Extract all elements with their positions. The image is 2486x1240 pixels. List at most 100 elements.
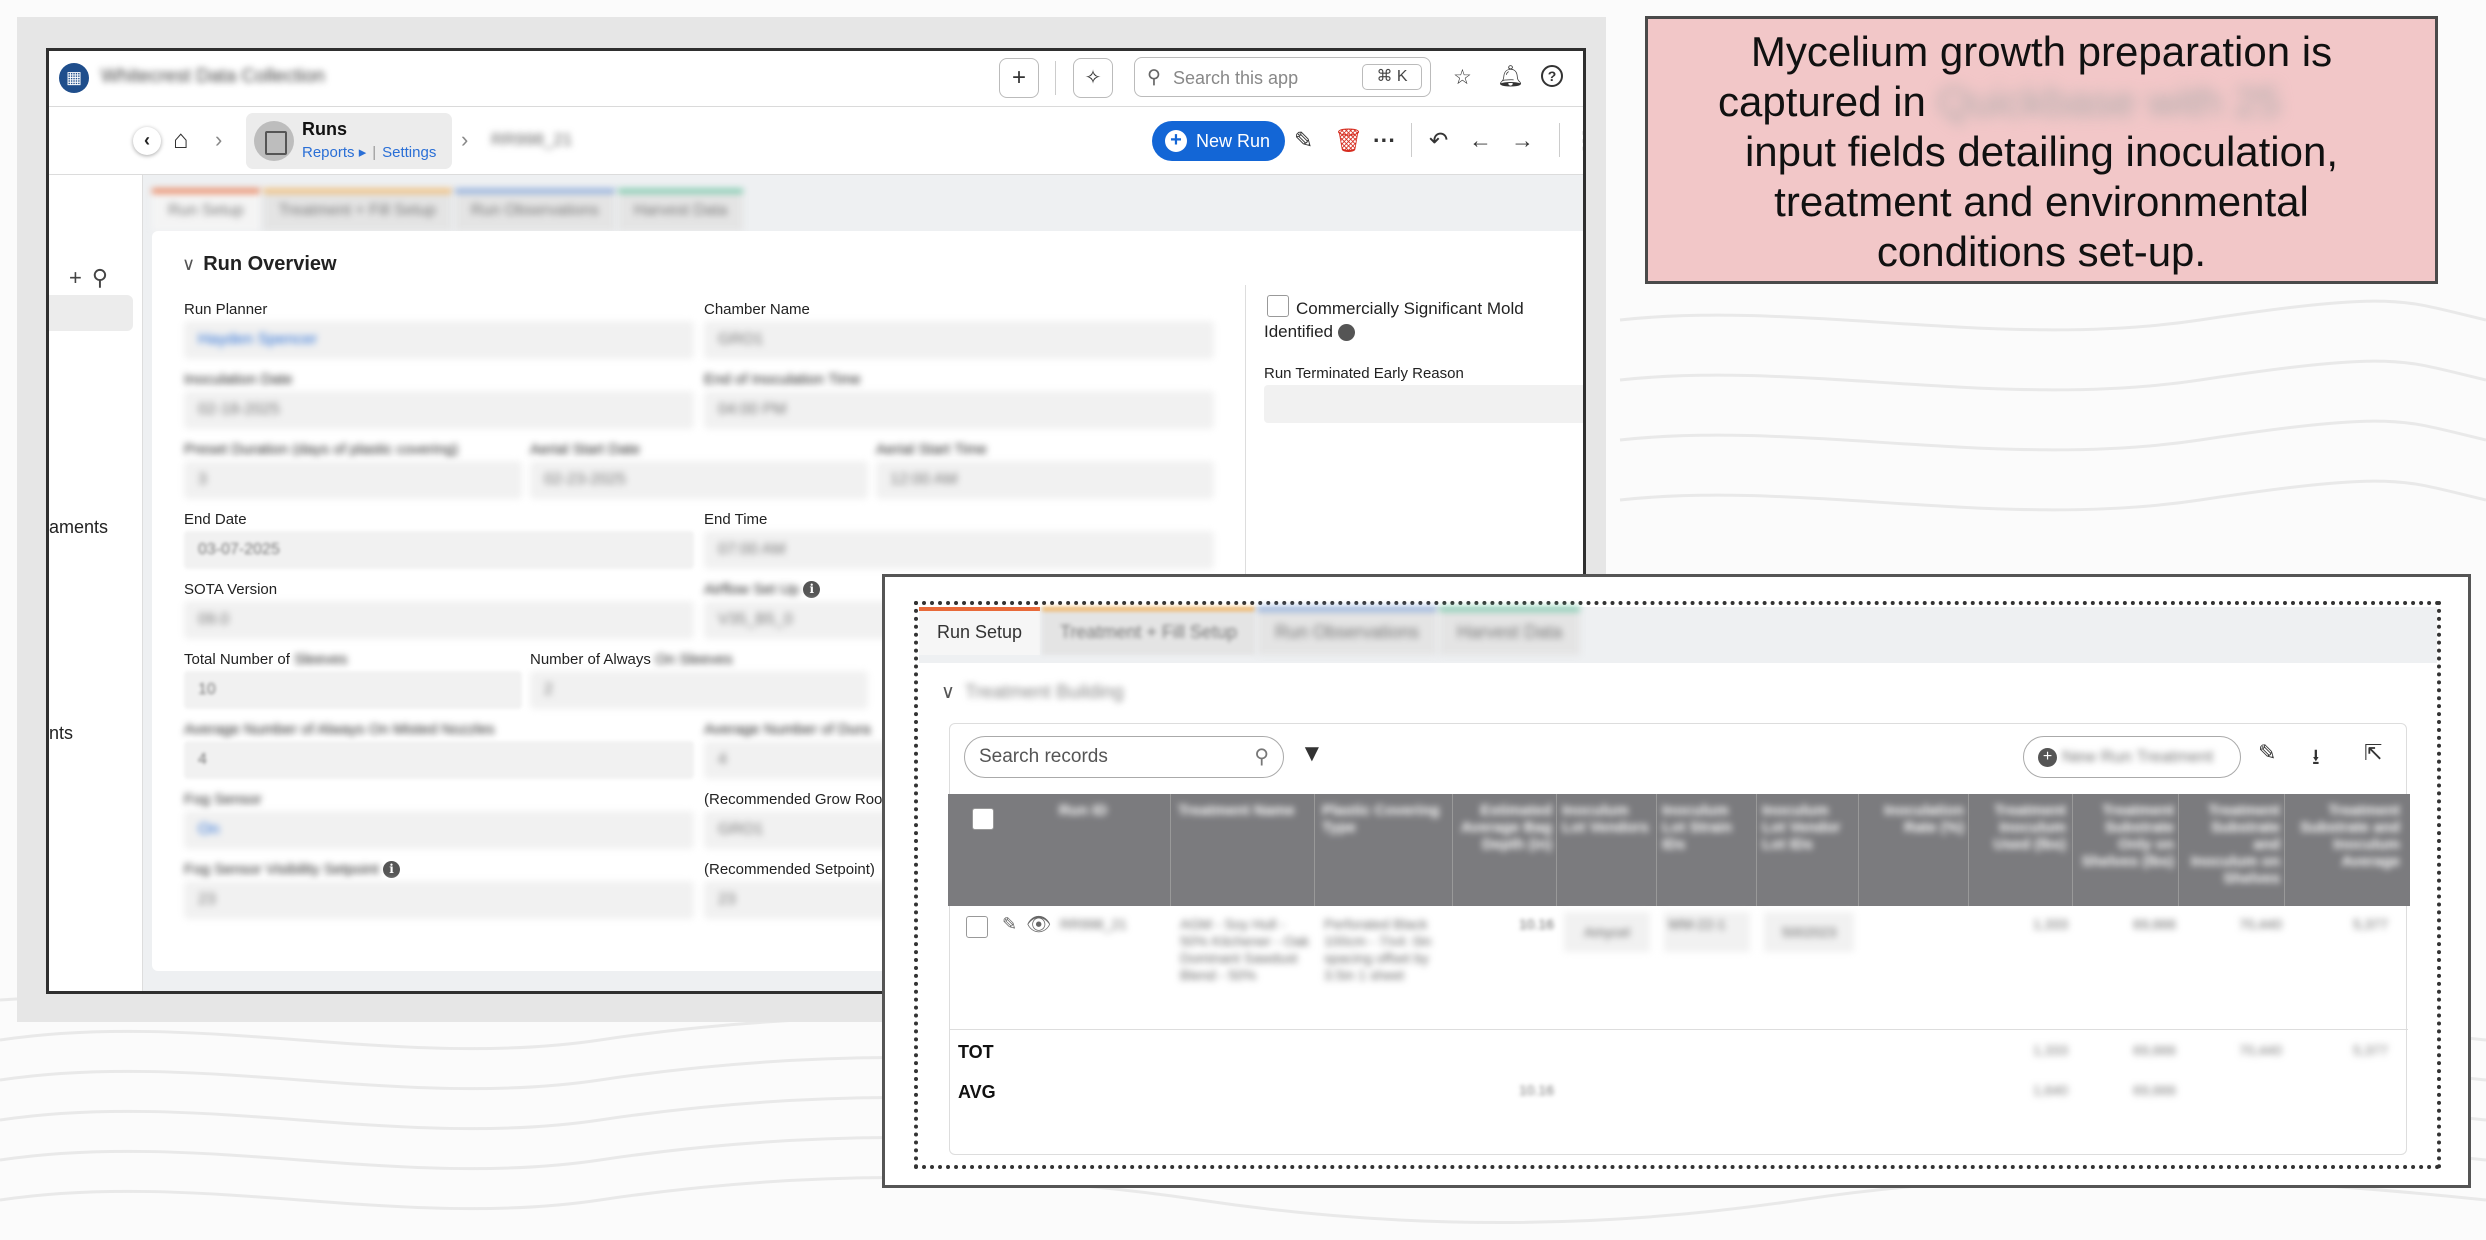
mold-label-text: Commercially Significant Mold Identified	[1264, 299, 1524, 341]
column-header[interactable]: Plastic Covering Type	[1322, 802, 1452, 836]
column-header[interactable]: Run ID	[1048, 802, 1118, 819]
average-row-label: AVG	[958, 1082, 996, 1102]
vendor-cell: Amycel	[1564, 912, 1650, 952]
delete-icon[interactable]: 🗑︎	[1334, 127, 1363, 154]
edit-icon[interactable]: ✎	[1294, 127, 1313, 154]
sidebar-item-selected[interactable]	[49, 295, 133, 331]
kebab-icon[interactable]: ⋮	[1573, 127, 1583, 154]
preset-duration-field[interactable]: 3	[184, 461, 522, 499]
tab-harvest-data[interactable]: Harvest Data	[1439, 607, 1581, 655]
airflow-label: Airflow Set Up i	[704, 581, 821, 598]
tab-run-setup[interactable]: Run Setup	[152, 189, 260, 231]
terminated-early-field[interactable]	[1264, 385, 1583, 423]
chevron-down-icon: ∨	[941, 682, 955, 703]
column-header[interactable]: Treatment Inoculum Used (lbs)	[1974, 802, 2066, 853]
star-icon[interactable]: ☆	[1453, 65, 1472, 90]
reports-link[interactable]: Reports ▸	[302, 144, 366, 161]
table-links: Reports ▸ | Settings	[302, 144, 437, 161]
sparkle-icon[interactable]: ✧	[1073, 58, 1113, 98]
sidebar-item[interactable]: nts	[49, 723, 73, 744]
eye-icon[interactable]: 👁︎	[1026, 912, 1051, 937]
new-run-button[interactable]: + New Run	[1152, 121, 1285, 161]
tab-run-observations[interactable]: Run Observations	[1256, 607, 1438, 655]
fog-sensor-label: Fog Sensor	[184, 791, 262, 808]
fog-setpoint-field[interactable]: 23	[184, 881, 694, 919]
table-breadcrumb[interactable]: Runs Reports ▸ | Settings	[246, 113, 452, 169]
download-icon[interactable]: ⭳	[2312, 740, 2320, 778]
column-header[interactable]: Treatment Substrate and Inoculum on Shel…	[2184, 802, 2280, 887]
inoculation-date-field[interactable]: 02-18-2025	[184, 391, 694, 429]
run-planner-field[interactable]: Hayden Spencer	[184, 321, 694, 359]
edit-icon[interactable]: ✎	[1002, 914, 1017, 935]
column-header[interactable]: Inoculum Lot Strain IDs	[1662, 802, 1752, 853]
open-external-icon[interactable]: ⇱	[2364, 740, 2382, 766]
filter-icon[interactable]: ▼	[1300, 740, 1324, 768]
info-icon[interactable]: i	[1337, 324, 1374, 341]
section-title: Treatment Building	[964, 682, 1124, 703]
sidebar-item[interactable]: aments	[49, 517, 108, 538]
airflow-label-text: Airflow Set Up	[704, 581, 800, 598]
column-header[interactable]: Treatment Substrate Only on Shelves (lbs…	[2078, 802, 2174, 870]
chamber-name-field[interactable]: GRO1	[704, 321, 1214, 359]
total-number-field[interactable]: 10	[184, 671, 522, 709]
search-icon[interactable]: ⚲	[92, 265, 118, 290]
column-header[interactable]: Treatment Name	[1178, 802, 1308, 819]
tab-treatment-fill-setup[interactable]: Treatment + Fill Setup	[1042, 607, 1255, 655]
column-header[interactable]: Treatment Substrate and Inoculum Average	[2290, 802, 2400, 900]
app-title[interactable]: Whitecrest Data Collection	[101, 66, 325, 88]
column-header[interactable]: Inoculum Lot Vendors	[1562, 802, 1652, 836]
section-header[interactable]: ∨ Run Overview	[182, 253, 337, 276]
info-icon[interactable]: i	[383, 861, 400, 878]
chamber-name-label: Chamber Name	[704, 301, 810, 318]
chevron-right-icon: ›	[461, 127, 469, 152]
treatment-table: Search records ⚲ ▼ + New Run Treatment ✎ ⭳…	[948, 723, 2410, 1155]
section-header[interactable]: ∨ Treatment Building	[941, 681, 1124, 704]
collapse-sidebar-button[interactable]: ‹	[133, 127, 161, 155]
undo-icon[interactable]: ↶	[1429, 127, 1448, 154]
column-header[interactable]: Inoculum Lot Vendor Lot IDs	[1762, 802, 1852, 853]
always-on-field[interactable]: 2	[530, 671, 868, 709]
column-divider	[2072, 794, 2073, 906]
tab-run-setup[interactable]: Run Setup	[919, 607, 1041, 655]
aerial-start-date-field[interactable]: 02-23-2025	[530, 461, 868, 499]
select-all-checkbox[interactable]	[972, 808, 994, 830]
bell-icon[interactable]: 🔔︎	[1497, 65, 1524, 89]
search-placeholder: Search this app	[1173, 68, 1299, 88]
total-substrate-average: 5,377	[2352, 1042, 2388, 1058]
avg-sleeves-field[interactable]: 4	[184, 741, 694, 779]
search-records-input[interactable]: Search records ⚲	[964, 736, 1284, 778]
tab-treatment-fill-setup[interactable]: Treatment + Fill Setup	[262, 189, 452, 231]
column-header[interactable]: Estimated Average Bag Depth (in)	[1458, 802, 1552, 853]
forward-arrow-icon[interactable]: →	[1511, 127, 1534, 154]
run-id-cell[interactable]: RR998_21	[1060, 916, 1127, 933]
more-icon[interactable]: ···	[1373, 127, 1396, 154]
help-icon[interactable]: ?	[1541, 65, 1563, 87]
edit-columns-icon[interactable]: ✎	[2258, 740, 2276, 766]
end-date-field[interactable]: 03-07-2025	[184, 531, 694, 569]
home-icon[interactable]: ⌂	[173, 124, 189, 155]
tab-harvest-data[interactable]: Harvest Data	[617, 189, 744, 231]
app-search-input[interactable]: ⚲ Search this app ⌘ K	[1134, 57, 1431, 97]
run-planner-label: Run Planner	[184, 301, 268, 318]
info-icon[interactable]: i	[803, 581, 821, 598]
column-divider	[1656, 794, 1657, 906]
settings-link[interactable]: Settings	[382, 144, 436, 161]
recommended-setpoint-label: (Recommended Setpoint)	[704, 861, 875, 878]
table-row[interactable]: ✎ 👁︎ RR998_21 AGM - Soy Hull - 50% Kitch…	[950, 906, 2408, 1030]
app-grid-icon[interactable]: ▦	[59, 63, 89, 93]
end-time-field[interactable]: 07:00 AM	[704, 531, 1214, 569]
fog-sensor-field[interactable]: On	[184, 811, 694, 849]
add-icon[interactable]: +	[69, 265, 92, 290]
tab-run-observations[interactable]: Run Observations	[454, 189, 615, 231]
search-placeholder: Search records	[979, 746, 1108, 767]
sota-version-field[interactable]: 09.0	[184, 601, 694, 639]
end-inoculation-time-field[interactable]: 04:00 PM	[704, 391, 1214, 429]
table-name[interactable]: Runs	[302, 119, 347, 140]
new-treatment-button[interactable]: + New Run Treatment	[2023, 736, 2241, 778]
column-header[interactable]: Inoculation Rate (%)	[1864, 802, 1964, 836]
row-checkbox[interactable]	[966, 916, 988, 938]
back-arrow-icon[interactable]: ←	[1469, 127, 1492, 154]
total-substrate-only: 69,666	[2133, 1042, 2176, 1058]
aerial-start-time-field[interactable]: 12:00 AM	[876, 461, 1214, 499]
add-icon[interactable]: +	[999, 58, 1039, 98]
